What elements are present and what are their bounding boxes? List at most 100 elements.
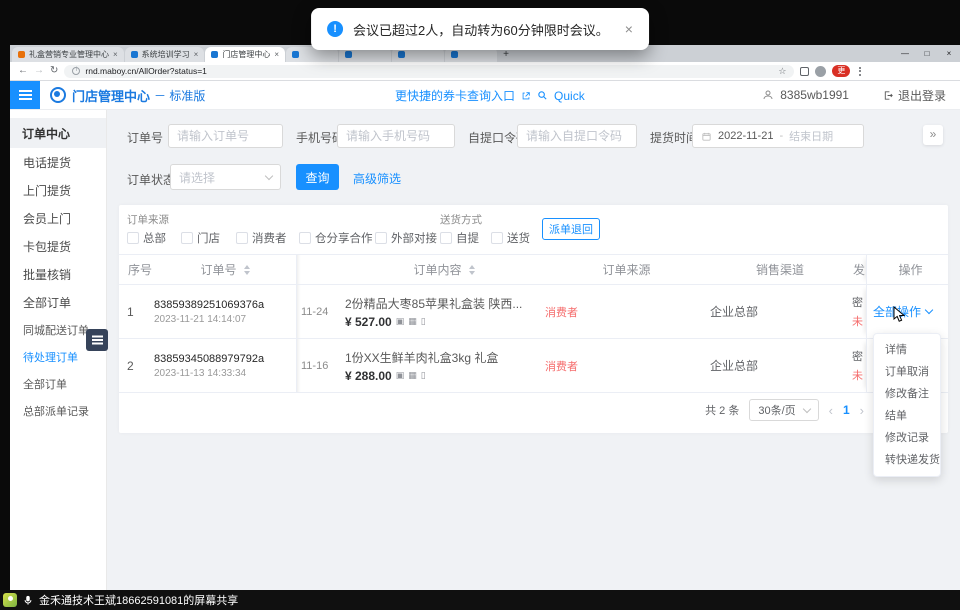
microphone-icon (23, 594, 33, 607)
search-button[interactable]: 查询 (296, 164, 339, 190)
menu-item-detail[interactable]: 详情 (874, 339, 940, 361)
share-status-text: 金禾通技术王斌18662591081的屏幕共享 (39, 592, 238, 608)
tab-close-icon[interactable]: × (194, 50, 199, 59)
menu-item-cancel-order[interactable]: 订单取消 (874, 361, 940, 383)
calendar-icon (701, 131, 712, 142)
url-text: rnd.maboy.cn/AllOrder?status=1 (85, 66, 207, 76)
advanced-filter-link[interactable]: 高级筛选 (353, 170, 401, 187)
menu-item-to-express[interactable]: 转快递发货 (874, 449, 940, 471)
username[interactable]: 8385wb1991 (780, 88, 849, 102)
package-icon: ▦ (408, 370, 417, 381)
action-dropdown-menu: 详情 订单取消 修改备注 结单 修改记录 转快递发货 (873, 333, 941, 477)
sort-icon[interactable] (244, 265, 250, 275)
reload-icon[interactable]: ↻ (50, 66, 58, 76)
pickup-date-clipped: 11-16 (301, 360, 343, 372)
price-line: ¥ 288.00 ▣ ▦ ▯ (345, 369, 543, 383)
meeting-toast: 会议已超过2人，自动转为60分钟限时会议。 × (311, 8, 649, 50)
delivery-checkbox-selfpickup[interactable]: 自提 (440, 230, 479, 246)
meeting-app-icon (3, 593, 17, 607)
phone-input[interactable] (337, 124, 455, 148)
order-no-input[interactable] (168, 124, 283, 148)
menu-item-edit-remark[interactable]: 修改备注 (874, 383, 940, 405)
window-controls: — □ × (894, 45, 960, 62)
browser-tab-2[interactable]: 系统培训学习 × (125, 47, 205, 62)
window-close-button[interactable]: × (938, 45, 960, 62)
next-page-button[interactable]: › (860, 403, 864, 418)
order-table: 序号 订单号 订单内容 订单来源 (119, 255, 948, 393)
pickup-code-input[interactable] (517, 124, 637, 148)
all-actions-dropdown[interactable]: 全部操作 (873, 303, 948, 320)
source-checkbox-external[interactable]: 外部对接 (375, 230, 437, 246)
sidebar-item-batch-verify[interactable]: 批量核销 (10, 260, 106, 288)
site-info-icon[interactable] (72, 67, 80, 75)
back-icon[interactable]: ← (18, 66, 28, 76)
sidebar-quick-toggle[interactable] (86, 329, 108, 351)
sidebar-item-all-orders[interactable]: 全部订单 (10, 370, 106, 397)
tab-close-icon[interactable]: × (274, 50, 279, 59)
sidebar-item-door-pickup[interactable]: 上门提货 (10, 176, 106, 204)
sidebar-item-card-pickup[interactable]: 卡包提货 (10, 232, 106, 260)
browser-update-badge[interactable]: 更 (832, 65, 850, 77)
order-content: 2份精品大枣85苹果礼盒装 陕西... (345, 295, 543, 312)
quick-entry-link[interactable]: 更快捷的券卡查询入口 (395, 87, 515, 104)
sidebar-item-member-visit[interactable]: 会员上门 (10, 204, 106, 232)
panel-collapse-icon[interactable]: » (923, 125, 943, 145)
tab-title: 系统培训学习 (142, 49, 190, 60)
row-index: 2 (127, 359, 153, 373)
browser-avatar[interactable] (815, 66, 826, 77)
screen-share-bar: 金禾通技术王斌18662591081的屏幕共享 (0, 590, 960, 610)
search-icon (537, 90, 548, 101)
source-checkbox-consumer[interactable]: 消费者 (236, 230, 287, 246)
sidebar-item-phone-pickup[interactable]: 电话提货 (10, 148, 106, 176)
page-number-current[interactable]: 1 (843, 403, 850, 417)
date-end-placeholder: 结束日期 (789, 128, 833, 144)
ship-status-clipped: 未 (852, 313, 866, 329)
toast-message: 会议已超过2人，自动转为60分钟限时会议。 (353, 20, 609, 39)
checkbox-icon (491, 232, 503, 244)
menu-item-edit-log[interactable]: 修改记录 (874, 427, 940, 449)
bookmark-star-icon[interactable]: ☆ (778, 66, 786, 77)
minimize-button[interactable]: — (894, 45, 916, 62)
sidebar-item-all-orders-group[interactable]: 全部订单 (10, 288, 106, 316)
mouse-cursor (893, 306, 906, 328)
tab-close-icon[interactable]: × (113, 50, 118, 59)
quick-label[interactable]: Quick (554, 89, 585, 103)
source-checkbox-share-coop[interactable]: 仓分享合作 (299, 230, 373, 246)
delivery-checkbox-delivery[interactable]: 送货 (491, 230, 530, 246)
logout-button[interactable]: 退出登录 (883, 87, 946, 104)
source-checkbox-hq[interactable]: 总部 (127, 230, 166, 246)
sales-channel: 企业总部 (710, 357, 850, 374)
maximize-button[interactable]: □ (916, 45, 938, 62)
extensions-icon[interactable] (800, 67, 809, 76)
sidebar-collapse-button[interactable] (10, 81, 40, 109)
ship-status-clipped: 密 (852, 348, 866, 364)
dispatch-return-button[interactable]: 派单退回 (542, 218, 600, 240)
page-size-select[interactable]: 30条/页 (749, 399, 818, 421)
ship-status-clipped: 未 (852, 367, 866, 383)
app-title: 门店管理中心 (72, 86, 150, 105)
source-checkbox-store[interactable]: 门店 (181, 230, 220, 246)
screen: 会议已超过2人，自动转为60分钟限时会议。 × 礼盒营销专业管理中心 × 系统培… (0, 0, 960, 610)
browser-window: 礼盒营销专业管理中心 × 系统培训学习 × 门店管理中心 × (10, 45, 960, 590)
browser-tab-active[interactable]: 门店管理中心 × (205, 47, 285, 62)
prev-page-button[interactable]: ‹ (829, 403, 833, 418)
browser-menu-icon[interactable] (856, 67, 864, 76)
url-bar[interactable]: rnd.maboy.cn/AllOrder?status=1 ☆ (64, 65, 794, 78)
browser-tab-1[interactable]: 礼盒营销专业管理中心 × (12, 47, 124, 62)
phone-icon: ▯ (421, 316, 426, 327)
source-filter-panel: 订单来源 送货方式 总部 门店 消费者 仓分享合作 外部对接 自提 送货 派单退… (119, 205, 948, 255)
sidebar-item-hq-dispatch-log[interactable]: 总部派单记录 (10, 397, 106, 424)
forward-icon[interactable]: → (34, 66, 44, 76)
hamburger-icon (92, 339, 103, 341)
toast-close-icon[interactable]: × (625, 21, 633, 37)
tab-title: 礼盒营销专业管理中心 (29, 49, 109, 60)
col-channel: 销售渠道 (708, 255, 850, 284)
order-status-select[interactable]: 请选择 (170, 164, 281, 190)
external-link-icon (521, 91, 531, 101)
menu-item-close-order[interactable]: 结单 (874, 405, 940, 427)
chevron-down-icon (265, 171, 273, 179)
phone-icon: ▯ (421, 370, 426, 381)
sort-icon[interactable] (469, 265, 475, 275)
order-source-label: 订单来源 (127, 212, 169, 227)
date-range-picker[interactable]: 2022-11-21 - 结束日期 (692, 124, 864, 148)
